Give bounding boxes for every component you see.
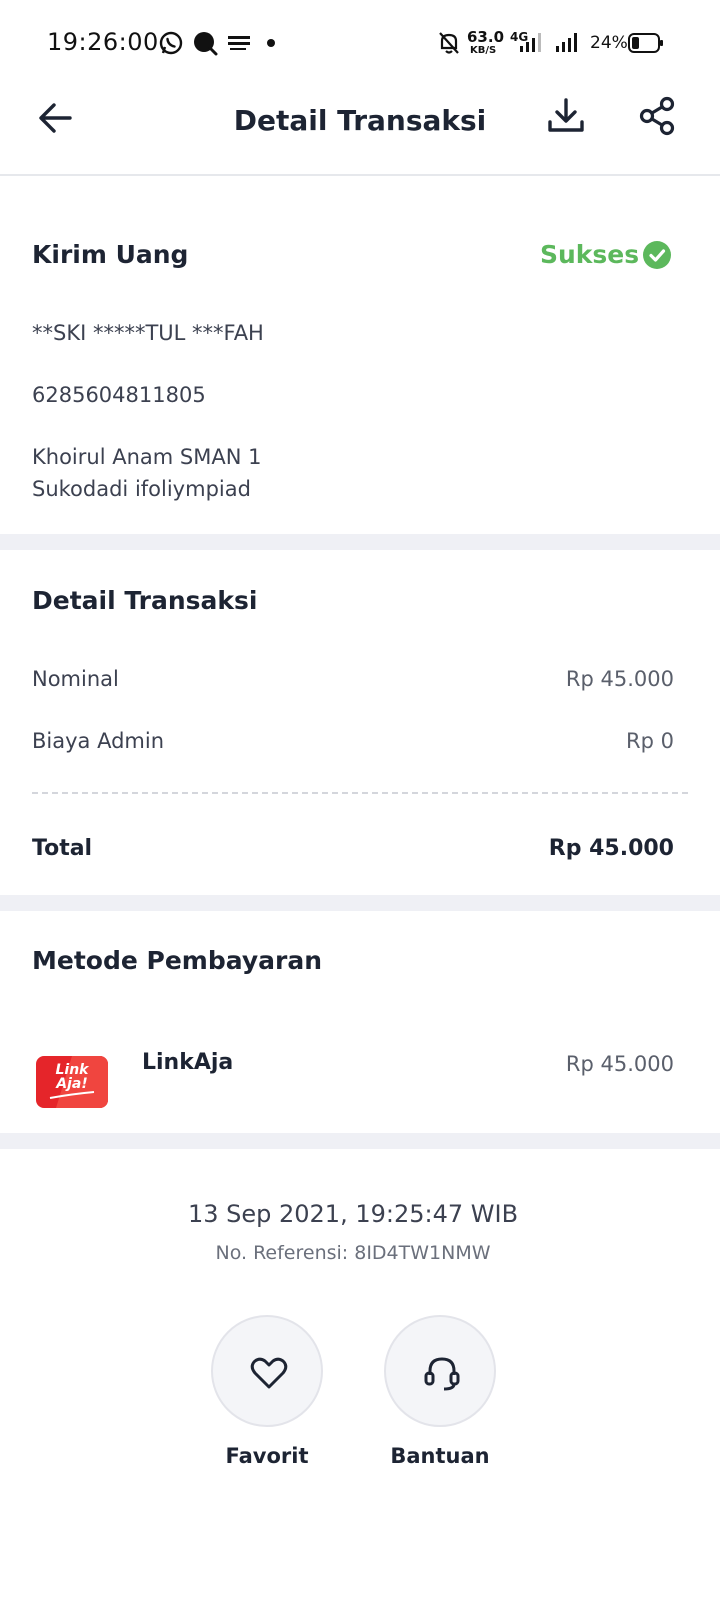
- logo-text-line-2: Aja!: [56, 1076, 88, 1092]
- app-notification-icon: [228, 36, 250, 50]
- nominal-label: Nominal: [32, 667, 119, 691]
- app-header: Detail Transaksi: [0, 88, 720, 176]
- details-title: Detail Transaksi: [32, 586, 258, 615]
- signal-icon: [520, 33, 541, 52]
- section-divider: [0, 534, 720, 550]
- dashed-separator: [32, 792, 688, 794]
- whatsapp-icon: [159, 31, 183, 55]
- transfer-note-line-1: Khoirul Anam SMAN 1: [32, 445, 262, 469]
- total-value: Rp 45.000: [548, 836, 674, 861]
- transaction-type: Kirim Uang: [32, 240, 189, 269]
- net-speed: 63.0: [467, 28, 505, 46]
- battery-percent: 24%: [590, 33, 628, 53]
- reference-number: No. Referensi: 8ID4TW1NMW: [215, 1242, 491, 1264]
- payment-method-name: LinkAja: [142, 1050, 234, 1075]
- total-label: Total: [32, 836, 93, 861]
- headset-icon: [424, 1357, 460, 1391]
- check-circle-icon: [643, 241, 671, 269]
- favorite-label: Favorit: [225, 1444, 309, 1468]
- status-time: 19:26:00: [47, 28, 159, 56]
- chat-bubble-icon: [194, 32, 218, 56]
- share-button[interactable]: [638, 96, 678, 136]
- recipient-number: 6285604811805: [32, 383, 206, 407]
- download-button[interactable]: [546, 96, 586, 136]
- signal-2-icon: [556, 33, 577, 52]
- admin-fee-label: Biaya Admin: [32, 729, 165, 753]
- status-badge: Sukses: [540, 240, 640, 269]
- linkaja-logo: Link Aja!: [36, 1056, 108, 1108]
- help-label: Bantuan: [390, 1444, 490, 1468]
- transaction-datetime: 13 Sep 2021, 19:25:47 WIB: [187, 1200, 519, 1228]
- bell-muted-icon: [439, 32, 459, 54]
- transfer-note-line-2: Sukodadi ifoliympiad: [32, 477, 251, 501]
- admin-fee-value: Rp 0: [626, 729, 674, 753]
- page-title: Detail Transaksi: [233, 104, 487, 137]
- dot-icon: [267, 39, 275, 47]
- battery-icon: [628, 33, 663, 53]
- recipient-name: **SKI *****TUL ***FAH: [32, 321, 264, 345]
- heart-icon: [250, 1357, 288, 1389]
- section-divider: [0, 1133, 720, 1149]
- help-button[interactable]: [384, 1315, 496, 1427]
- section-divider: [0, 895, 720, 911]
- favorite-button[interactable]: [211, 1315, 323, 1427]
- status-bar: 19:26:00 63.0 KB/S 4G 24%: [0, 0, 720, 88]
- nominal-value: Rp 45.000: [565, 667, 674, 691]
- payment-method-title: Metode Pembayaran: [32, 946, 323, 975]
- net-speed-unit: KB/S: [470, 45, 497, 56]
- payment-amount: Rp 45.000: [565, 1052, 674, 1076]
